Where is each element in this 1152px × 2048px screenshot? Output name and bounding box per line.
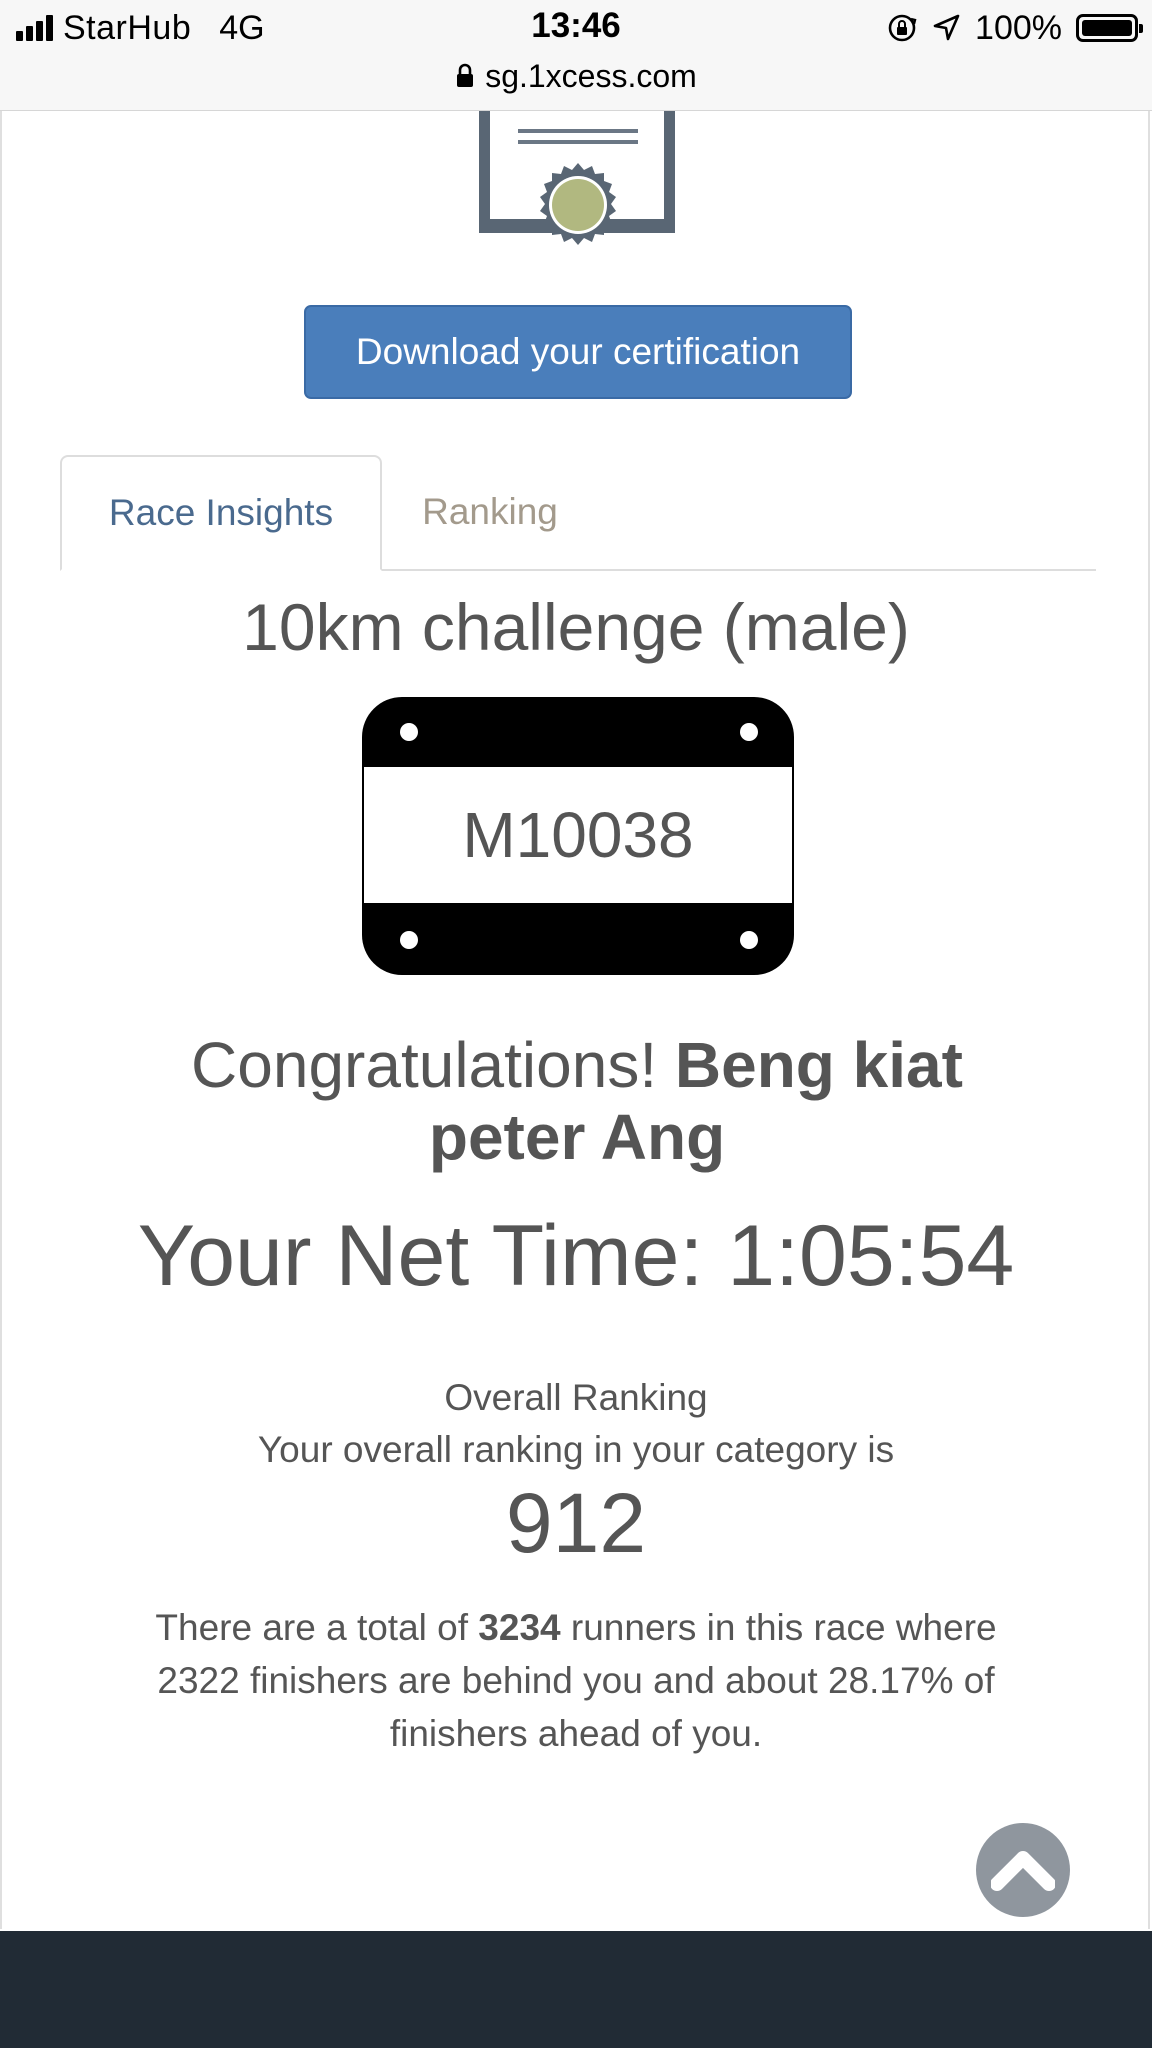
screen: StarHub 4G 13:46 100% sg.1xcess.com Down… [0, 0, 1152, 2048]
status-right: 100% [887, 8, 1143, 48]
overall-ranking-subtitle: Your overall ranking in your category is [257, 1429, 895, 1470]
overall-rank-value: 912 [505, 1476, 647, 1570]
status-bar: StarHub 4G 13:46 100% sg.1xcess.com [0, 0, 1152, 111]
url-text[interactable]: sg.1xcess.com [485, 58, 697, 95]
congratulations-message: Congratulations! Beng kiat peter Ang [122, 1029, 1032, 1173]
congrats-prefix: Congratulations! [191, 1029, 658, 1101]
overall-ranking-heading: Overall Ranking [444, 1377, 708, 1418]
battery-icon [1076, 14, 1143, 42]
net-time: Your Net Time: 1:05:54 [137, 1208, 1015, 1304]
rotation-lock-icon [888, 14, 917, 42]
total-runners: 3234 [478, 1607, 561, 1648]
race-category-title: 10km challenge (male) [242, 590, 910, 664]
battery-percent: 100% [975, 8, 1062, 47]
certificate-icon [479, 111, 675, 245]
bib-hole [740, 931, 758, 949]
scroll-to-top-button[interactable] [976, 1823, 1070, 1917]
bib-hole [400, 723, 418, 741]
download-certificate-button[interactable]: Download your certification [304, 305, 852, 399]
race-bib: M10038 [362, 697, 794, 975]
tab-bar: Race Insights Ranking [60, 455, 1096, 571]
location-icon [933, 14, 960, 41]
bib-hole [740, 723, 758, 741]
url-bar[interactable]: sg.1xcess.com [0, 54, 1152, 98]
ranking-summary: There are a total of 3234 runners in thi… [152, 1601, 1000, 1760]
chevron-up-icon [991, 1851, 1055, 1891]
page-footer [0, 1931, 1152, 2048]
page-content: Download your certification Race Insight… [0, 111, 1150, 1929]
summary-prefix: There are a total of [155, 1607, 469, 1648]
tab-race-insights[interactable]: Race Insights [60, 455, 382, 571]
tab-ranking[interactable]: Ranking [400, 455, 580, 569]
bib-number: M10038 [364, 767, 792, 903]
bib-hole [400, 931, 418, 949]
lock-icon [457, 63, 474, 87]
